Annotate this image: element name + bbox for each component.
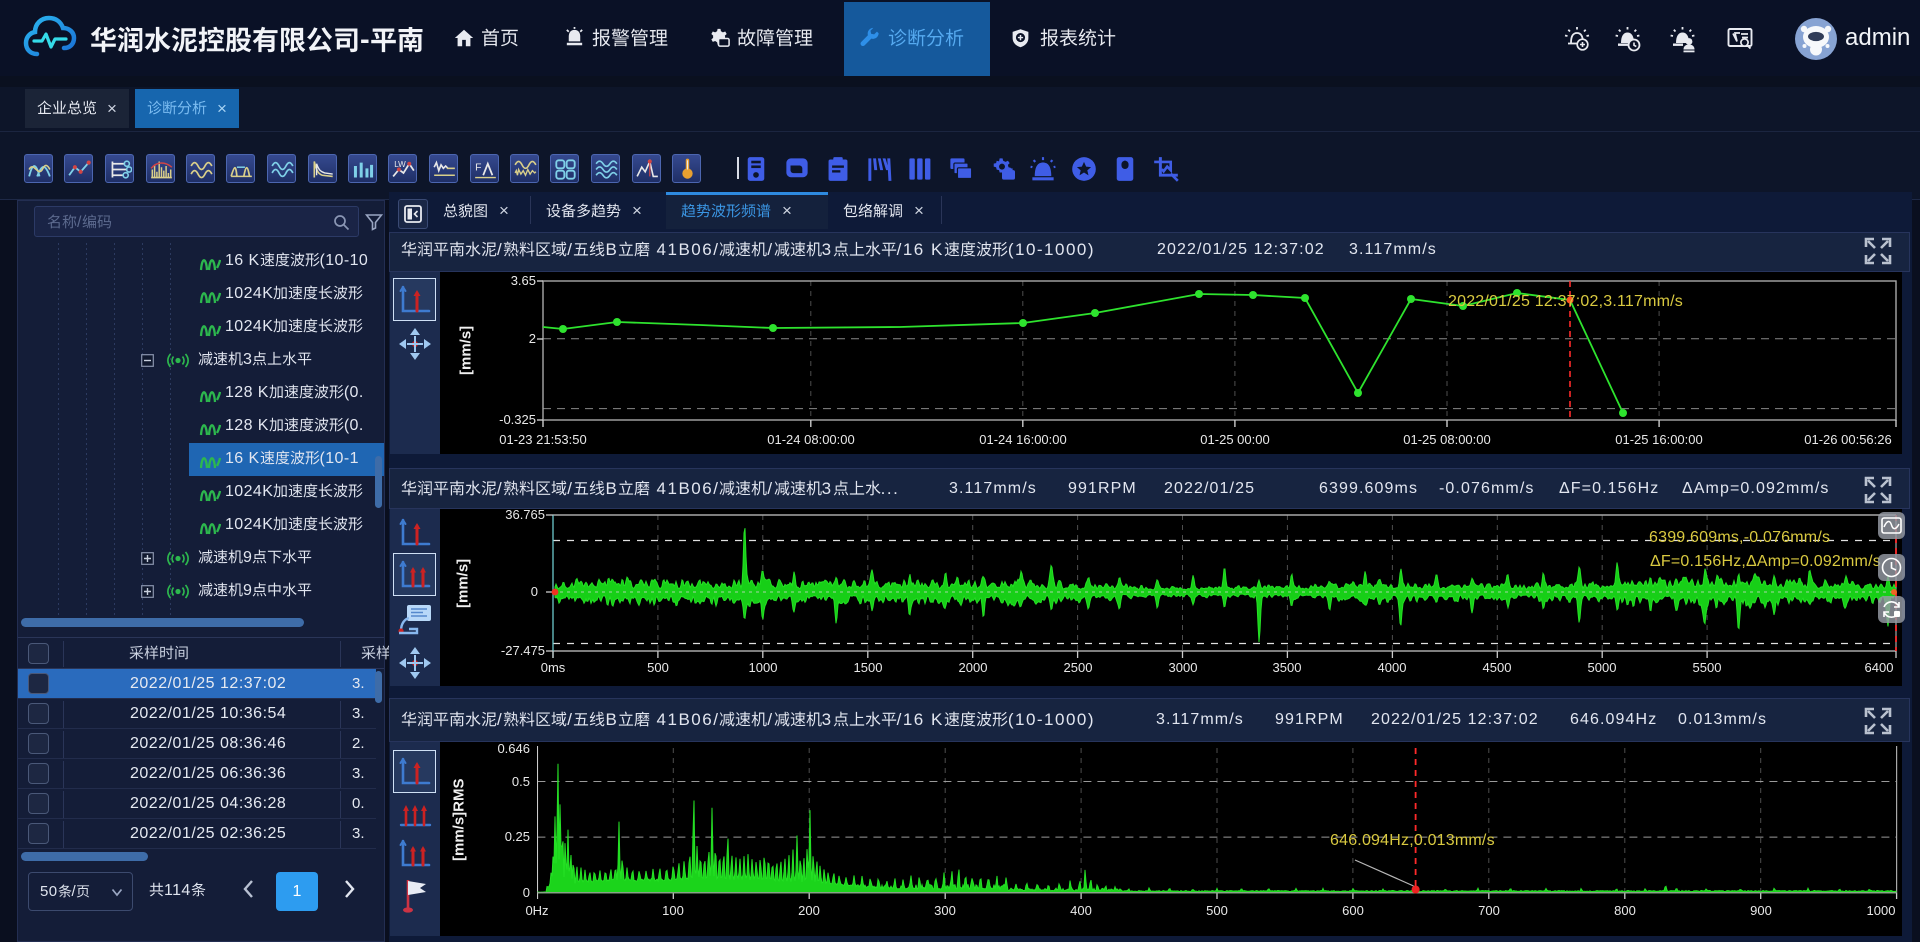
svg-text:LW: LW xyxy=(394,160,406,169)
svg-text:F: F xyxy=(475,163,481,174)
